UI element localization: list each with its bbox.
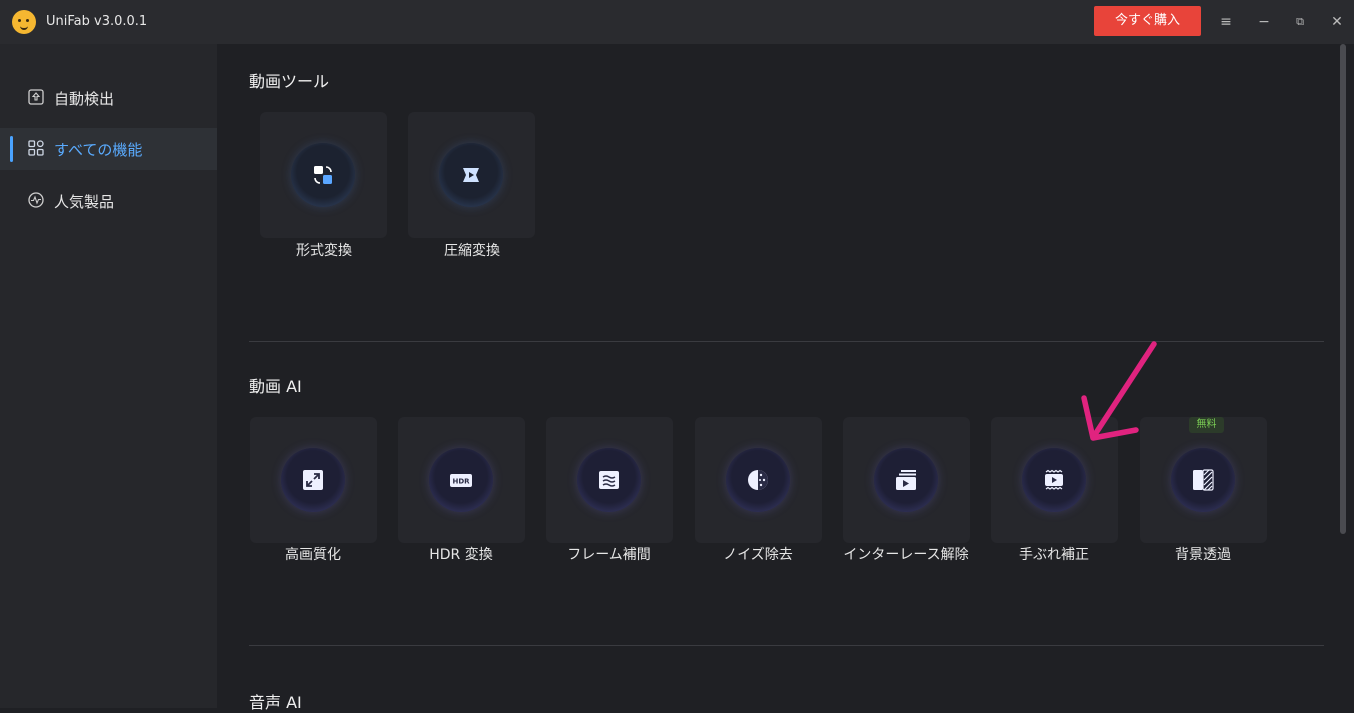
- grid-icon: [28, 140, 44, 156]
- annotation-arrow-icon: [1081, 341, 1157, 441]
- feature-card-frame-interpolation[interactable]: [546, 417, 673, 543]
- hdr-icon-text: HDR: [452, 478, 470, 486]
- section-title-video-tools: 動画ツール: [249, 72, 330, 91]
- feature-card-hdr-convert[interactable]: HDR: [398, 417, 525, 543]
- restore-icon[interactable]: ⧉: [1288, 10, 1312, 34]
- wave-icon: [28, 192, 44, 208]
- close-icon[interactable]: ✕: [1325, 10, 1349, 34]
- background-removal-icon: [1193, 469, 1214, 491]
- feature-card-upscale[interactable]: [250, 417, 377, 543]
- feature-card-denoise[interactable]: [695, 417, 822, 543]
- feature-label: 高画質化: [285, 547, 341, 563]
- sidebar-item-label: 人気製品: [54, 193, 115, 211]
- section-divider: [249, 645, 1324, 646]
- sidebar-item-popular[interactable]: 人気製品: [0, 180, 217, 222]
- app-logo-icon: [12, 10, 36, 34]
- feature-label: HDR 変換: [429, 547, 493, 563]
- section-title-video-ai: 動画 AI: [249, 377, 302, 396]
- sidebar-item-label: すべての機能: [54, 141, 143, 159]
- feature-label: 形式変換: [296, 243, 352, 259]
- upload-icon: [28, 89, 44, 105]
- title-bar: UniFab v3.0.0.1 今すぐ購入 ≡ − ⧉ ✕: [0, 0, 1354, 44]
- sidebar: 自動検出 すべての機能 人気製品: [0, 44, 217, 708]
- feature-card-format-convert[interactable]: [260, 112, 387, 238]
- active-indicator: [10, 136, 13, 162]
- feature-label: 手ぶれ補正: [1019, 547, 1089, 563]
- frame-interpolation-icon: [599, 471, 619, 489]
- feature-label: 背景透過: [1175, 547, 1231, 563]
- feature-label: ノイズ除去: [723, 547, 793, 563]
- minimize-icon[interactable]: −: [1252, 10, 1276, 34]
- app-title: UniFab v3.0.0.1: [46, 14, 148, 29]
- compress-icon: [463, 168, 479, 182]
- feature-label: 圧縮変換: [444, 243, 500, 259]
- vertical-scrollbar[interactable]: [1340, 44, 1346, 534]
- menu-icon[interactable]: ≡: [1214, 10, 1238, 34]
- stabilize-icon: [1045, 469, 1063, 490]
- feature-card-compress-convert[interactable]: [408, 112, 535, 238]
- feature-label: フレーム補間: [567, 547, 651, 563]
- sidebar-item-label: 自動検出: [54, 90, 115, 108]
- hdr-icon: HDR: [450, 474, 472, 487]
- buy-now-button[interactable]: 今すぐ購入: [1094, 6, 1201, 36]
- feature-label: インターレース解除: [843, 547, 969, 563]
- upscale-icon: [303, 470, 323, 490]
- free-badge: 無料: [1189, 417, 1224, 433]
- section-title-audio-ai: 音声 AI: [249, 693, 302, 712]
- sidebar-item-all-features[interactable]: すべての機能: [0, 128, 217, 170]
- convert-icon: [314, 166, 332, 184]
- deinterlace-icon: [896, 470, 916, 490]
- sidebar-item-auto-detect[interactable]: 自動検出: [0, 77, 217, 119]
- feature-card-deinterlace[interactable]: [843, 417, 970, 543]
- denoise-icon: [748, 470, 768, 490]
